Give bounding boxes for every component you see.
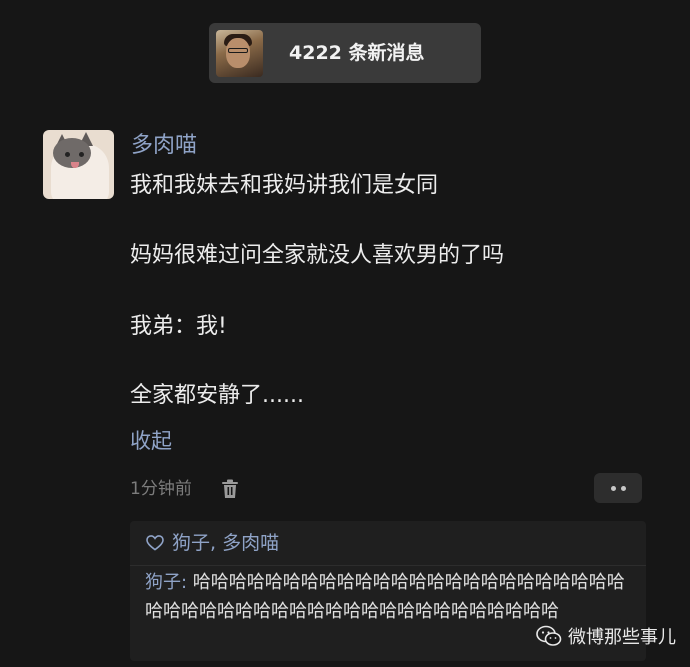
avatar[interactable] bbox=[43, 130, 114, 199]
comment-line: 我和我妹去和我妈讲我们是女同 bbox=[130, 173, 439, 198]
collapse-link[interactable]: 收起 bbox=[130, 426, 172, 456]
comment-line: 我弟：我! bbox=[130, 314, 227, 339]
trash-icon[interactable] bbox=[221, 479, 239, 499]
reply-content: 哈哈哈哈哈哈哈哈哈哈哈哈哈哈哈哈哈哈哈哈哈哈哈哈哈哈哈哈哈哈哈哈哈哈哈哈哈哈哈哈… bbox=[145, 572, 625, 622]
likes-names: 狗子, 多肉喵 bbox=[172, 532, 280, 554]
watermark: 微博那些事儿 bbox=[536, 623, 676, 649]
likes-row[interactable]: 狗子, 多肉喵 bbox=[146, 528, 279, 558]
new-messages-banner[interactable]: 4222 条新消息 bbox=[209, 23, 481, 83]
chat-screen: 4222 条新消息 多肉喵 我和我妹去和我妈讲我们是女同 妈妈很难过问全家就没人… bbox=[0, 0, 690, 667]
new-messages-count: 4222 条新消息 bbox=[289, 42, 425, 64]
comment-username[interactable]: 多肉喵 bbox=[131, 131, 197, 161]
more-dots-icon bbox=[610, 485, 616, 491]
divider bbox=[130, 565, 646, 566]
comment-line: 全家都安静了...... bbox=[130, 383, 304, 408]
watermark-text: 微博那些事儿 bbox=[568, 627, 676, 648]
banner-avatar bbox=[216, 30, 263, 77]
wechat-logo-icon bbox=[536, 625, 562, 646]
comment-line: 妈妈很难过问全家就没人喜欢男的了吗 bbox=[130, 243, 505, 268]
reply-item[interactable]: 狗子: 哈哈哈哈哈哈哈哈哈哈哈哈哈哈哈哈哈哈哈哈哈哈哈哈哈哈哈哈哈哈哈哈哈哈哈哈… bbox=[145, 568, 635, 626]
heart-icon bbox=[146, 535, 164, 551]
more-options-button[interactable] bbox=[594, 473, 642, 503]
reply-author[interactable]: 狗子: bbox=[145, 572, 187, 593]
comment-timestamp: 1分钟前 bbox=[130, 479, 192, 499]
